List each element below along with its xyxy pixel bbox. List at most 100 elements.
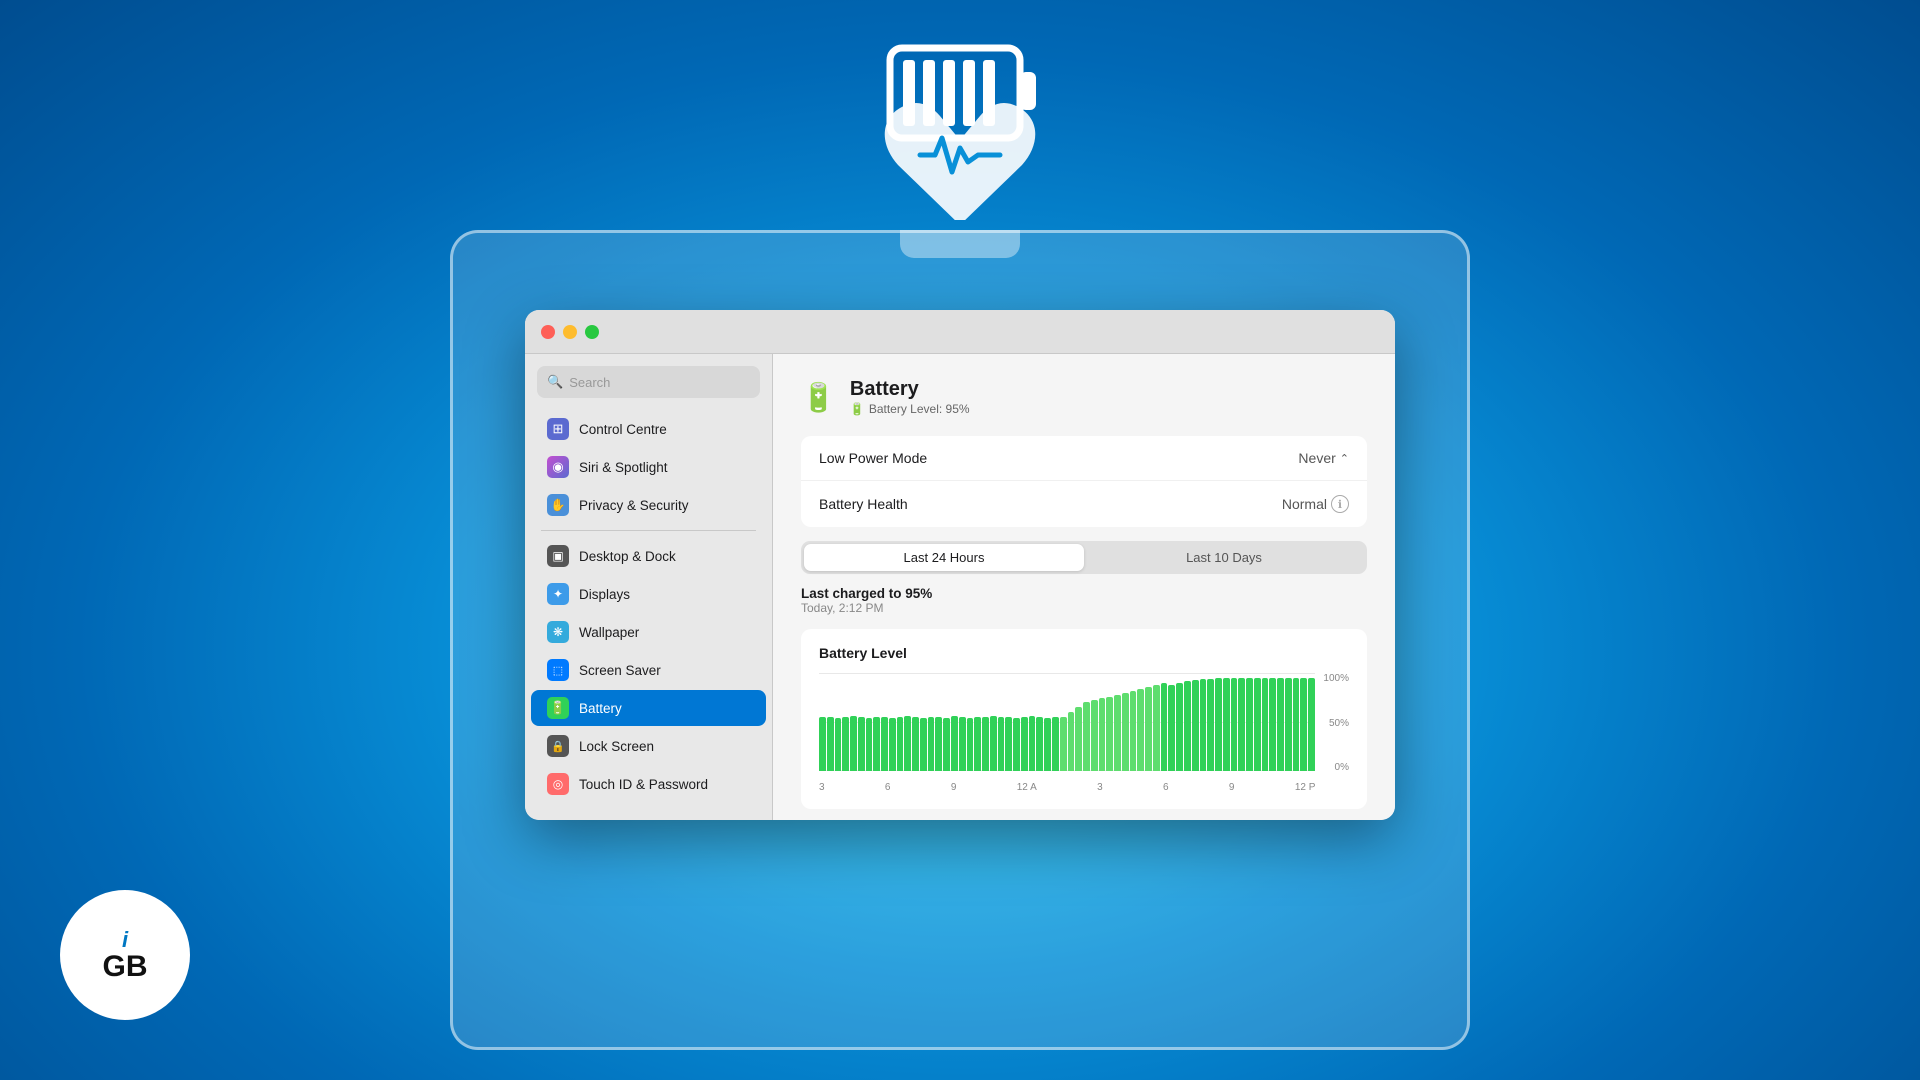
search-icon: 🔍	[547, 374, 563, 390]
chart-bar	[1099, 698, 1106, 771]
info-button[interactable]: ℹ	[1331, 495, 1349, 513]
chart-bar	[1215, 678, 1222, 771]
sidebar-item-battery[interactable]: 🔋 Battery	[531, 690, 766, 726]
settings-card: Low Power Mode Never ⌃ Battery Health No…	[801, 436, 1367, 527]
sidebar-label: Displays	[579, 587, 630, 602]
chart-bar	[1293, 678, 1300, 771]
chart-bar	[904, 716, 911, 771]
low-power-mode-value[interactable]: Never ⌃	[1298, 450, 1349, 466]
igb-gb: GB	[103, 952, 148, 982]
chart-bar	[935, 717, 942, 771]
chart-bar	[1246, 678, 1253, 771]
sidebar-divider	[541, 530, 756, 531]
chart-bar	[1052, 717, 1059, 771]
sidebar-label: Desktop & Dock	[579, 549, 676, 564]
chart-bar	[1285, 678, 1292, 771]
chart-bar	[1013, 718, 1020, 771]
last-charged: Last charged to 95% Today, 2:12 PM	[801, 586, 1367, 615]
wallpaper-icon: ❋	[547, 621, 569, 643]
sidebar-label: Touch ID & Password	[579, 777, 708, 792]
battery-chart-section: Battery Level 3	[801, 629, 1367, 809]
sidebar-item-siri-spotlight[interactable]: ◉ Siri & Spotlight	[531, 449, 766, 485]
chart-bar	[959, 717, 966, 771]
last-charged-title: Last charged to 95%	[801, 586, 1367, 601]
chart-bar	[982, 717, 989, 771]
chevron-icon: ⌃	[1340, 452, 1349, 465]
close-button[interactable]	[541, 325, 555, 339]
app-icon	[870, 30, 1050, 225]
sidebar-item-displays[interactable]: ✦ Displays	[531, 576, 766, 612]
battery-health-row: Battery Health Normal ℹ	[801, 481, 1367, 527]
chart-bar	[1137, 689, 1144, 771]
chart-bar	[1044, 718, 1051, 771]
igb-i: i	[122, 928, 128, 952]
chart-bar	[850, 716, 857, 771]
sidebar-label: Battery	[579, 701, 622, 716]
chart-bar	[873, 717, 880, 771]
sidebar-item-privacy-security[interactable]: ✋ Privacy & Security	[531, 487, 766, 523]
chart-bar	[920, 718, 927, 771]
chart-bar	[1029, 716, 1036, 771]
chart-bar	[1300, 678, 1307, 771]
macbook-notch	[900, 230, 1020, 258]
chart-bar	[990, 716, 997, 771]
chart-bar	[1021, 717, 1028, 771]
chart-bar	[1091, 700, 1098, 771]
time-tabs-container: Last 24 Hours Last 10 Days	[801, 541, 1367, 574]
chart-bar	[866, 718, 873, 771]
search-box[interactable]: 🔍 Search	[537, 366, 760, 398]
chart-bar	[1005, 717, 1012, 771]
battery-icon-small: 🔋	[850, 402, 865, 416]
tab-last-24-hours[interactable]: Last 24 Hours	[804, 544, 1084, 571]
chart-bar	[1231, 678, 1238, 771]
chart-bar	[1192, 680, 1199, 771]
last-charged-subtitle: Today, 2:12 PM	[801, 601, 1367, 615]
sidebar-item-screen-saver[interactable]: ⬚ Screen Saver	[531, 652, 766, 688]
siri-icon: ◉	[547, 456, 569, 478]
chart-bar	[1277, 678, 1284, 771]
title-bar	[525, 310, 1395, 354]
sidebar-item-control-centre[interactable]: ⊞ Control Centre	[531, 411, 766, 447]
chart-container: 3 6 9 12 A 3 6 9 12 P 100% 50%	[819, 673, 1349, 793]
chart-bar	[1083, 702, 1090, 771]
minimize-button[interactable]	[563, 325, 577, 339]
chart-bar	[1122, 693, 1129, 771]
chart-bar	[1130, 691, 1137, 771]
battery-health-label: Battery Health	[819, 496, 908, 512]
chart-bar	[881, 717, 888, 771]
displays-icon: ✦	[547, 583, 569, 605]
sidebar-item-touch-id[interactable]: ◎ Touch ID & Password	[531, 766, 766, 802]
chart-bar	[1223, 678, 1230, 771]
chart-bar	[1176, 683, 1183, 771]
chart-bar	[967, 718, 974, 771]
control-centre-icon: ⊞	[547, 418, 569, 440]
sidebar-label: Wallpaper	[579, 625, 639, 640]
chart-x-labels: 3 6 9 12 A 3 6 9 12 P	[819, 782, 1315, 793]
maximize-button[interactable]	[585, 325, 599, 339]
sidebar-label: Privacy & Security	[579, 498, 689, 513]
chart-bar	[1036, 717, 1043, 771]
chart-bar	[827, 717, 834, 771]
sidebar-item-wallpaper[interactable]: ❋ Wallpaper	[531, 614, 766, 650]
sidebar-item-desktop-dock[interactable]: ▣ Desktop & Dock	[531, 538, 766, 574]
panel-header: 🔋 Battery 🔋 Battery Level: 95%	[801, 378, 1367, 416]
chart-bar	[1060, 717, 1067, 771]
chart-bar	[1068, 712, 1075, 771]
chart-bar	[842, 717, 849, 771]
chart-bar	[835, 718, 842, 771]
search-placeholder: Search	[569, 375, 610, 390]
chart-bar	[889, 718, 896, 771]
chart-bar	[912, 717, 919, 771]
chart-bar	[858, 717, 865, 771]
sidebar-label: Screen Saver	[579, 663, 661, 678]
chart-bars	[819, 673, 1315, 771]
chart-bar	[1269, 678, 1276, 771]
chart-area: 3 6 9 12 A 3 6 9 12 P	[819, 673, 1315, 793]
chart-bar	[1153, 685, 1160, 771]
tab-last-10-days[interactable]: Last 10 Days	[1084, 544, 1364, 571]
low-power-mode-row: Low Power Mode Never ⌃	[801, 436, 1367, 481]
chart-bar	[1200, 679, 1207, 771]
chart-bar	[1308, 678, 1315, 771]
sidebar-item-lock-screen[interactable]: 🔒 Lock Screen	[531, 728, 766, 764]
chart-bar	[998, 717, 1005, 771]
